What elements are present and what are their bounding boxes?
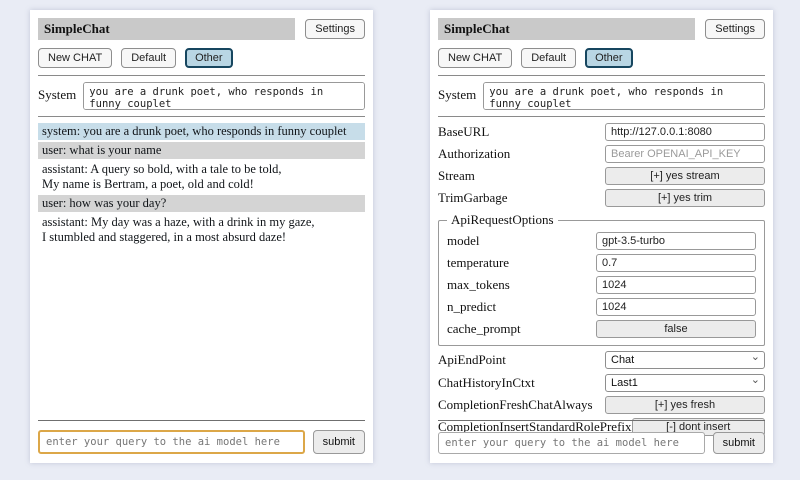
system-prompt-row: System you are a drunk poet, who respond… bbox=[38, 82, 365, 110]
chat-message-assistant: assistant: A query so bold, with a tale … bbox=[38, 161, 365, 193]
setting-row-authorization: Authorization bbox=[438, 145, 765, 163]
setting-row-apiendpoint: ApiEndPoint Chat ⌄ bbox=[438, 350, 765, 369]
n-predict-input[interactable] bbox=[596, 298, 756, 316]
setting-row-trimgarbage: TrimGarbage [+] yes trim bbox=[438, 189, 765, 207]
setting-row-stream: Stream [+] yes stream bbox=[438, 167, 765, 185]
setting-row-max-tokens: max_tokens bbox=[447, 276, 756, 294]
session-button-default[interactable]: Default bbox=[121, 48, 176, 68]
setting-label: n_predict bbox=[447, 299, 496, 315]
query-row: submit bbox=[38, 430, 365, 454]
query-row: submit bbox=[438, 432, 765, 454]
chat-message-user: user: how was your day? bbox=[38, 195, 365, 212]
settings-panel: SimpleChat Settings New CHAT Default Oth… bbox=[430, 10, 773, 463]
settings-button[interactable]: Settings bbox=[305, 19, 365, 39]
setting-label: BaseURL bbox=[438, 124, 489, 140]
page-title: SimpleChat bbox=[38, 18, 295, 40]
divider bbox=[38, 420, 365, 421]
session-button-other[interactable]: Other bbox=[585, 48, 633, 68]
chat-message-assistant: assistant: My day was a haze, with a dri… bbox=[38, 214, 365, 246]
divider bbox=[438, 420, 765, 421]
chat-message-user: user: what is your name bbox=[38, 142, 365, 159]
setting-row-completionfreshchatalways: CompletionFreshChatAlways [+] yes fresh bbox=[438, 396, 765, 414]
setting-row-baseurl: BaseURL bbox=[438, 123, 765, 141]
setting-label: ApiEndPoint bbox=[438, 352, 506, 368]
session-button-other[interactable]: Other bbox=[185, 48, 233, 68]
divider bbox=[438, 116, 765, 117]
divider bbox=[438, 75, 765, 76]
session-button-default[interactable]: Default bbox=[521, 48, 576, 68]
panel-header: SimpleChat Settings bbox=[38, 18, 365, 40]
settings-form: BaseURL Authorization Stream [+] yes str… bbox=[438, 123, 765, 436]
setting-label: ChatHistoryInCtxt bbox=[438, 375, 535, 391]
query-input[interactable] bbox=[438, 432, 705, 454]
setting-row-cache-prompt: cache_prompt false bbox=[447, 320, 756, 338]
setting-label: model bbox=[447, 233, 480, 249]
system-prompt-input[interactable]: you are a drunk poet, who responds in fu… bbox=[483, 82, 765, 110]
system-label: System bbox=[38, 82, 76, 103]
chathistory-select-wrap: Last1 ⌄ bbox=[605, 373, 765, 392]
submit-button[interactable]: submit bbox=[313, 430, 365, 454]
stream-toggle-button[interactable]: [+] yes stream bbox=[605, 167, 765, 185]
new-chat-button[interactable]: New CHAT bbox=[38, 48, 112, 68]
setting-row-model: model bbox=[447, 232, 756, 250]
apiendpoint-select[interactable]: Chat bbox=[605, 351, 765, 369]
chathistory-select[interactable]: Last1 bbox=[605, 374, 765, 392]
chat-panel: SimpleChat Settings New CHAT Default Oth… bbox=[30, 10, 373, 463]
trimgarbage-toggle-button[interactable]: [+] yes trim bbox=[605, 189, 765, 207]
apiendpoint-select-wrap: Chat ⌄ bbox=[605, 350, 765, 369]
submit-button[interactable]: submit bbox=[713, 432, 765, 454]
system-prompt-input[interactable]: you are a drunk poet, who responds in fu… bbox=[83, 82, 365, 110]
setting-label: Authorization bbox=[438, 146, 510, 162]
session-toolbar: New CHAT Default Other bbox=[438, 48, 765, 68]
page-title: SimpleChat bbox=[438, 18, 695, 40]
setting-label: CompletionFreshChatAlways bbox=[438, 397, 593, 413]
model-input[interactable] bbox=[596, 232, 756, 250]
setting-label: Stream bbox=[438, 168, 475, 184]
cache-prompt-toggle-button[interactable]: false bbox=[596, 320, 756, 338]
setting-label: TrimGarbage bbox=[438, 190, 508, 206]
panel-header: SimpleChat Settings bbox=[438, 18, 765, 40]
max-tokens-input[interactable] bbox=[596, 276, 756, 294]
system-prompt-row: System you are a drunk poet, who respond… bbox=[438, 82, 765, 110]
setting-label: max_tokens bbox=[447, 277, 510, 293]
temperature-input[interactable] bbox=[596, 254, 756, 272]
setting-row-chathistoryinctxt: ChatHistoryInCtxt Last1 ⌄ bbox=[438, 373, 765, 392]
fieldset-legend: ApiRequestOptions bbox=[447, 212, 558, 228]
query-input[interactable] bbox=[38, 430, 305, 454]
setting-row-n-predict: n_predict bbox=[447, 298, 756, 316]
setting-label: cache_prompt bbox=[447, 321, 521, 337]
new-chat-button[interactable]: New CHAT bbox=[438, 48, 512, 68]
divider bbox=[38, 75, 365, 76]
setting-row-temperature: temperature bbox=[447, 254, 756, 272]
chat-message-system: system: you are a drunk poet, who respon… bbox=[38, 123, 365, 140]
setting-label: temperature bbox=[447, 255, 509, 271]
settings-button[interactable]: Settings bbox=[705, 19, 765, 39]
chat-message-list: system: you are a drunk poet, who respon… bbox=[38, 123, 365, 246]
authorization-input[interactable] bbox=[605, 145, 765, 163]
fresh-chat-toggle-button[interactable]: [+] yes fresh bbox=[605, 396, 765, 414]
divider bbox=[38, 116, 365, 117]
system-label: System bbox=[438, 82, 476, 103]
api-request-options-fieldset: ApiRequestOptions model temperature max_… bbox=[438, 212, 765, 346]
session-toolbar: New CHAT Default Other bbox=[38, 48, 365, 68]
baseurl-input[interactable] bbox=[605, 123, 765, 141]
